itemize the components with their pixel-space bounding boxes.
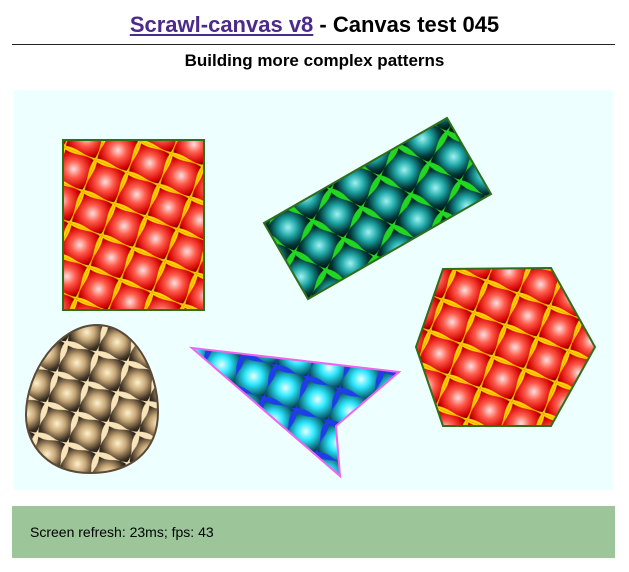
demo-canvas[interactable] bbox=[14, 90, 613, 490]
gold-egg-shape[interactable] bbox=[24, 323, 160, 475]
red-rectangle-shape[interactable] bbox=[62, 139, 205, 311]
cyan-arrowhead-shape[interactable] bbox=[188, 346, 402, 479]
scrawl-canvas-link[interactable]: Scrawl-canvas v8 bbox=[130, 12, 313, 37]
page-title-suffix: - Canvas test 045 bbox=[313, 12, 500, 37]
page-title: Scrawl-canvas v8 - Canvas test 045 bbox=[0, 10, 629, 40]
screen-refresh-report: Screen refresh: 23ms; fps: 43 bbox=[12, 506, 615, 558]
page-subtitle: Building more complex patterns bbox=[184, 51, 445, 70]
title-divider bbox=[12, 44, 615, 45]
canvas-drawing bbox=[24, 116, 597, 479]
red-hexagon-shape[interactable] bbox=[414, 266, 597, 427]
